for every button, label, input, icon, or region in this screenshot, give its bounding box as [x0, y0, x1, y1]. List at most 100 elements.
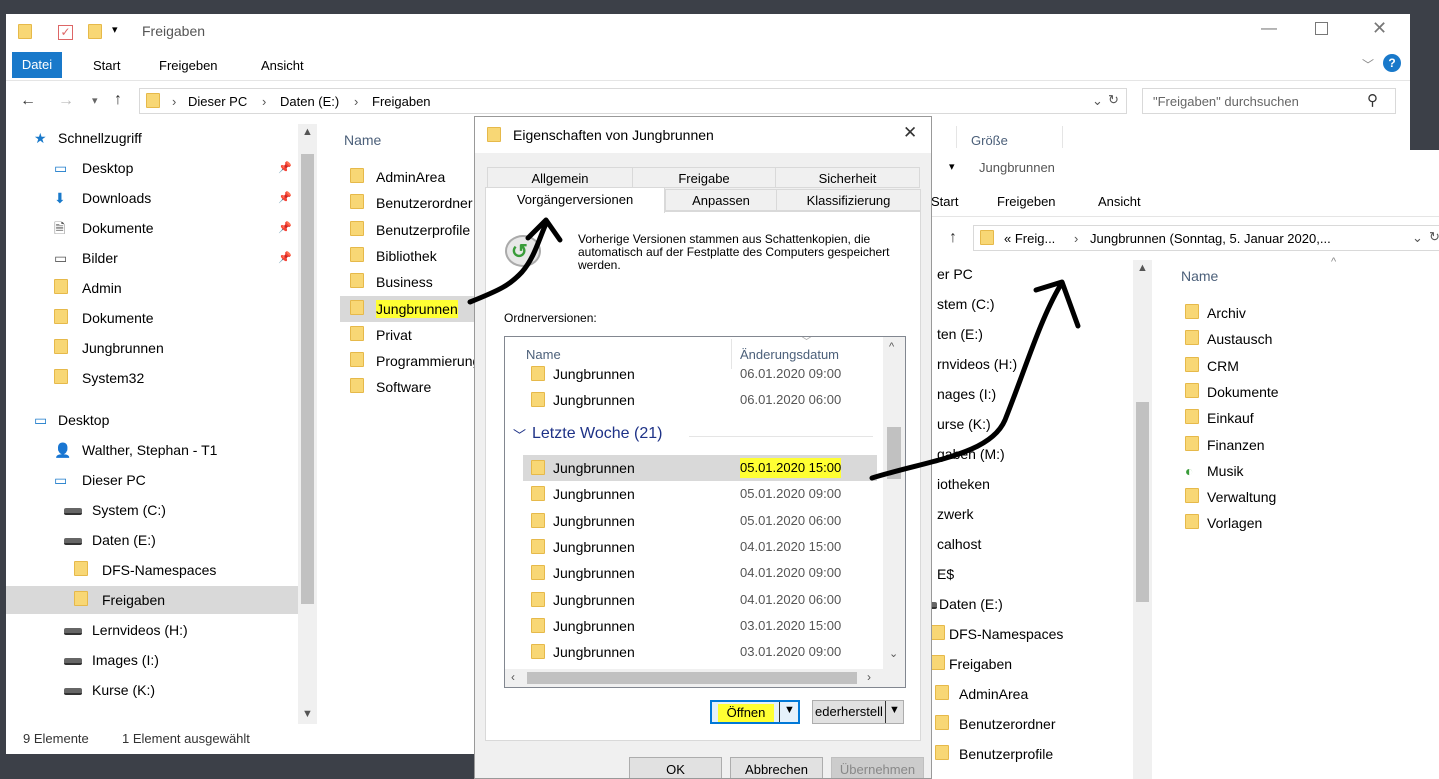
file-item[interactable]: Verwaltung — [1177, 484, 1377, 510]
tab-previous-versions[interactable]: Vorgängerversionen — [485, 187, 665, 213]
nav-item[interactable]: Daten (E:) — [6, 526, 298, 554]
ribbon-tab-view[interactable]: Ansicht — [1098, 194, 1141, 209]
version-row[interactable]: Jungbrunnen 03.01.2020 15:00 — [523, 613, 877, 639]
expand-ribbon-icon[interactable]: ﹀ — [1362, 56, 1374, 73]
column-header-date[interactable]: Änderungsdatum — [740, 347, 839, 362]
nav-item[interactable]: DFS-Namespaces — [6, 556, 298, 584]
nav-item[interactable]: er PC — [923, 260, 1133, 288]
tab-security[interactable]: Sicherheit — [775, 167, 920, 188]
ribbon-tab-share[interactable]: Freigeben — [159, 58, 218, 73]
version-row[interactable]: Jungbrunnen 03.01.2020 09:00 — [523, 639, 877, 665]
nav-item[interactable]: gaben (M:) — [923, 440, 1133, 468]
up-icon[interactable]: ↑ — [949, 229, 957, 247]
apply-button[interactable]: Übernehmen — [831, 757, 924, 778]
nav-item[interactable]: zwerk — [923, 500, 1133, 528]
file-item[interactable]: Dokumente — [1177, 379, 1377, 405]
nav-item[interactable]: 🗎 Dokumente 📌 — [6, 214, 298, 242]
versions-hscrollbar[interactable]: ‹ › — [505, 669, 905, 687]
nav-item[interactable]: iotheken — [923, 470, 1133, 498]
nav-item[interactable]: ▭ Dieser PC — [6, 466, 298, 494]
minimize-icon[interactable]: — — [1261, 20, 1277, 38]
file-item[interactable]: Austausch — [1177, 326, 1377, 352]
help-icon[interactable]: ? — [1383, 54, 1401, 72]
tab-customize[interactable]: Anpassen — [665, 189, 777, 211]
close-icon[interactable]: ✕ — [1372, 18, 1387, 39]
nav-item[interactable]: System32 — [6, 364, 298, 392]
column-header-size[interactable]: Größe — [971, 133, 1008, 148]
column-header-name[interactable]: Name — [344, 132, 381, 148]
file-item[interactable]: ◐ Musik — [1177, 458, 1377, 484]
address-dropdown-icon[interactable]: ⌄ — [1412, 230, 1423, 246]
refresh-icon[interactable]: ↻ — [1108, 92, 1119, 108]
nav-item[interactable]: ten (E:) — [923, 320, 1133, 348]
nav-item[interactable]: AdminArea — [923, 680, 1133, 708]
nav-item[interactable]: DFS-Namespaces — [923, 620, 1133, 648]
address-dropdown-icon[interactable]: ⌄ — [1092, 93, 1103, 109]
nav-item[interactable]: Freigaben — [923, 650, 1133, 678]
nav-item[interactable]: rnvideos (H:) — [923, 350, 1133, 378]
tab-sharing[interactable]: Freigabe — [632, 167, 776, 188]
scroll-down-icon[interactable]: ▼ — [302, 708, 313, 720]
column-header-name[interactable]: Name — [1181, 268, 1218, 284]
versions-scroll-thumb[interactable] — [887, 427, 901, 479]
tab-general[interactable]: Allgemein — [487, 167, 633, 188]
nav-item[interactable]: ▭ Bilder 📌 — [6, 244, 298, 272]
address-bar[interactable]: › Dieser PC › Daten (E:) › Freigaben ⌄ ↻ — [139, 88, 1127, 114]
nav-item[interactable]: E$ — [923, 560, 1133, 588]
ribbon-tab-share[interactable]: Freigeben — [997, 194, 1056, 209]
scroll-left-icon[interactable]: ‹ — [511, 670, 515, 684]
open-button[interactable]: Öffnen ▼ — [710, 700, 800, 724]
open-dropdown-icon[interactable]: ▼ — [784, 704, 795, 716]
quick-access-dropdown-icon[interactable]: ▾ — [949, 160, 955, 173]
file-item[interactable]: Benutzerordner — [340, 190, 480, 216]
file-item[interactable]: AdminArea — [340, 164, 480, 190]
nav-item[interactable]: Lernvideos (H:) — [6, 616, 298, 644]
search-box[interactable]: "Freigaben" durchsuchen ⚲ — [1142, 88, 1396, 114]
nav-item[interactable]: Daten (E:) — [923, 590, 1133, 618]
scroll-up-icon[interactable]: ^ — [889, 341, 894, 353]
file-item[interactable]: Archiv — [1177, 300, 1377, 326]
nav-item[interactable]: Freigaben — [6, 586, 298, 614]
column-header-name[interactable]: Name — [526, 347, 561, 362]
versions-hscroll-thumb[interactable] — [527, 672, 857, 684]
quick-access-dropdown-icon[interactable]: ▾ — [112, 23, 118, 36]
file-item[interactable]: Einkauf — [1177, 405, 1377, 431]
version-row[interactable]: Jungbrunnen 05.01.2020 15:00 — [523, 455, 877, 481]
file-item[interactable]: Business — [340, 269, 480, 295]
breadcrumb-data-drive[interactable]: Daten (E:) — [280, 94, 339, 109]
nav-item[interactable]: ▭ Desktop — [6, 406, 298, 434]
nav-item[interactable]: ⬇ Downloads 📌 — [6, 184, 298, 212]
nav-item[interactable]: stem (C:) — [923, 290, 1133, 318]
nav-item[interactable]: ★ Schnellzugriff — [6, 124, 298, 152]
breadcrumb-this-pc[interactable]: Dieser PC — [188, 94, 247, 109]
version-row[interactable]: Jungbrunnen 06.01.2020 06:00 — [523, 387, 877, 413]
nav-item[interactable]: 👤 Walther, Stephan - T1 — [6, 436, 298, 464]
address-bar[interactable]: « Freig... › Jungbrunnen (Sonntag, 5. Ja… — [973, 225, 1439, 251]
file-item[interactable]: Finanzen — [1177, 432, 1377, 458]
file-item[interactable]: Jungbrunnen — [340, 295, 480, 322]
nav-item[interactable]: Kurse (K:) — [6, 676, 298, 704]
versions-scrollbar[interactable]: ^ ⌄ — [883, 337, 905, 669]
search-input[interactable]: "Freigaben" durchsuchen — [1153, 94, 1299, 109]
pin-icon[interactable]: 📌 — [278, 244, 292, 272]
nav-scrollbar[interactable]: ▲ — [1133, 260, 1152, 779]
ribbon-tab-file[interactable]: Datei — [12, 52, 62, 78]
ribbon-tab-start[interactable]: Start — [93, 58, 120, 73]
group-header-last-week[interactable]: Letzte Woche (21) — [532, 425, 662, 443]
nav-item[interactable]: ▭ Desktop 📌 — [6, 154, 298, 182]
recent-locations-icon[interactable]: ▾ — [92, 94, 98, 107]
ribbon-tab-start[interactable]: Start — [931, 194, 958, 209]
forward-icon[interactable]: → — [58, 92, 74, 110]
checkbox-icon[interactable]: ✓ — [58, 25, 73, 40]
back-icon[interactable]: ← — [20, 92, 36, 110]
nav-item[interactable]: Jungbrunnen — [6, 334, 298, 362]
file-item[interactable]: Privat — [340, 322, 480, 348]
scroll-up-icon[interactable]: ▲ — [1137, 262, 1148, 274]
version-row[interactable]: Jungbrunnen 04.01.2020 15:00 — [523, 534, 877, 560]
nav-item[interactable]: Admin — [6, 274, 298, 302]
ribbon-tab-view[interactable]: Ansicht — [261, 58, 304, 73]
version-row[interactable]: Jungbrunnen 06.01.2020 09:00 — [523, 361, 877, 387]
file-item[interactable]: Benutzerprofile — [340, 217, 480, 243]
scroll-up-icon[interactable]: ▲ — [302, 126, 313, 138]
ok-button[interactable]: OK — [629, 757, 722, 778]
